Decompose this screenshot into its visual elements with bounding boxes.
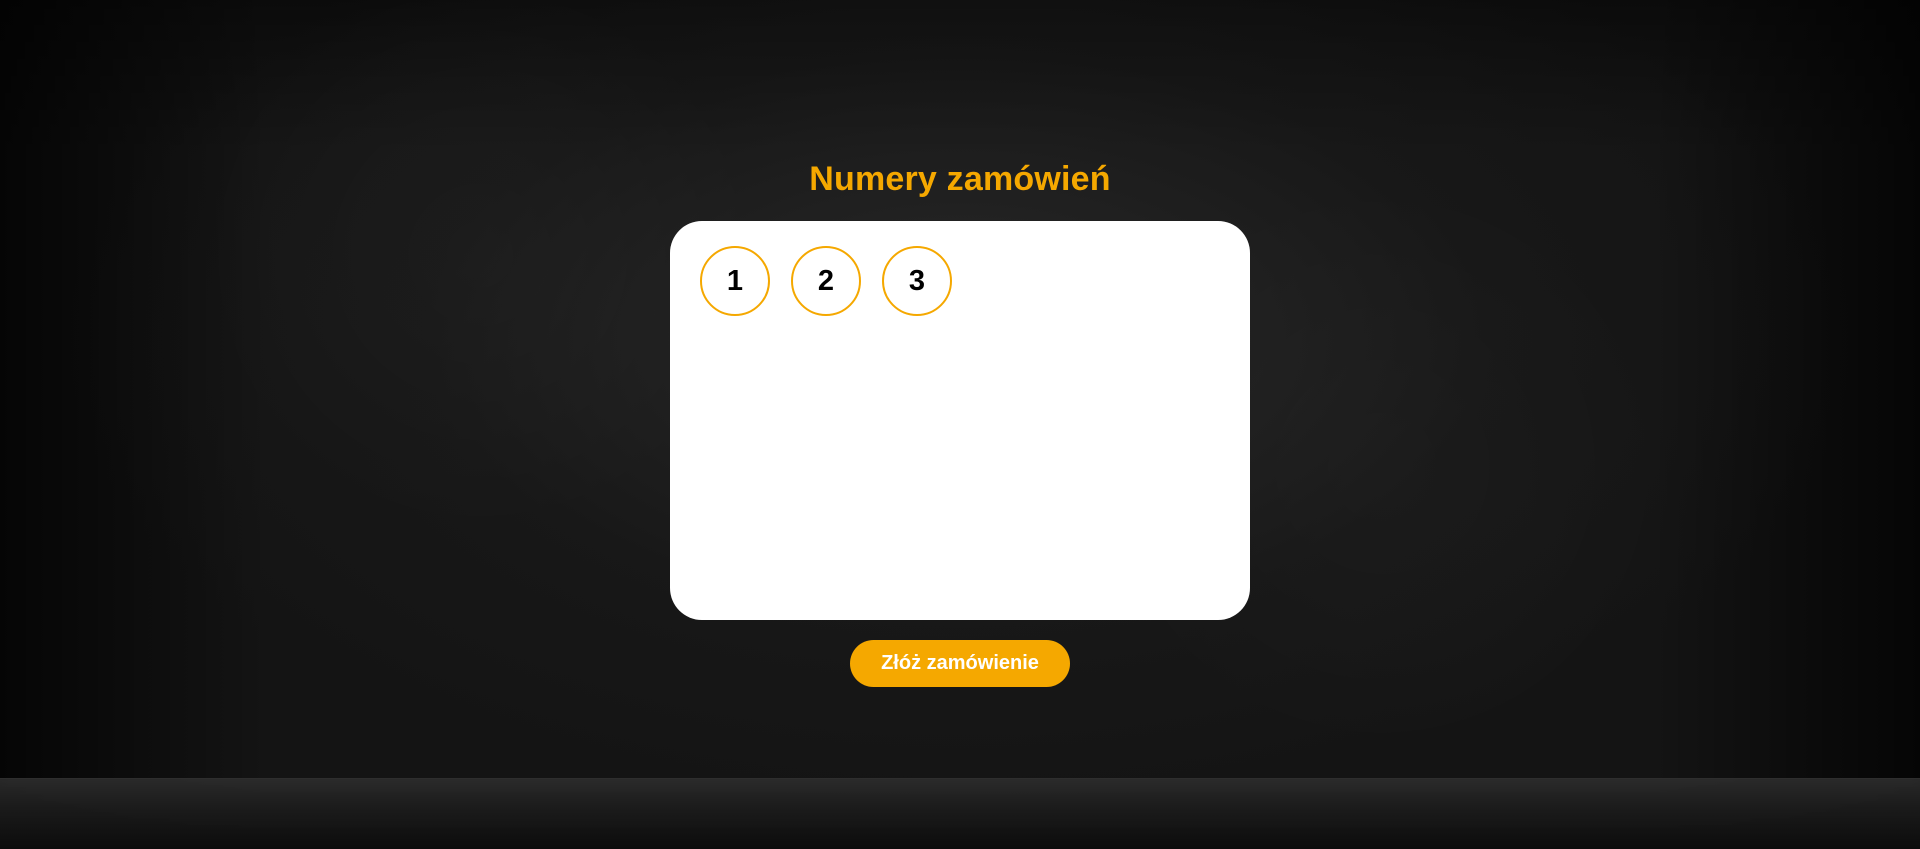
order-number-badge[interactable]: 1 bbox=[700, 246, 770, 316]
place-order-button[interactable]: Złóż zamówienie bbox=[850, 640, 1070, 687]
page-title: Numery zamówień bbox=[809, 160, 1111, 198]
order-number-badge[interactable]: 2 bbox=[791, 246, 861, 316]
order-number-badge[interactable]: 3 bbox=[882, 246, 952, 316]
order-number-list: 1 2 3 bbox=[700, 246, 952, 316]
orders-panel: 1 2 3 bbox=[670, 221, 1250, 620]
background-floor bbox=[0, 778, 1920, 849]
